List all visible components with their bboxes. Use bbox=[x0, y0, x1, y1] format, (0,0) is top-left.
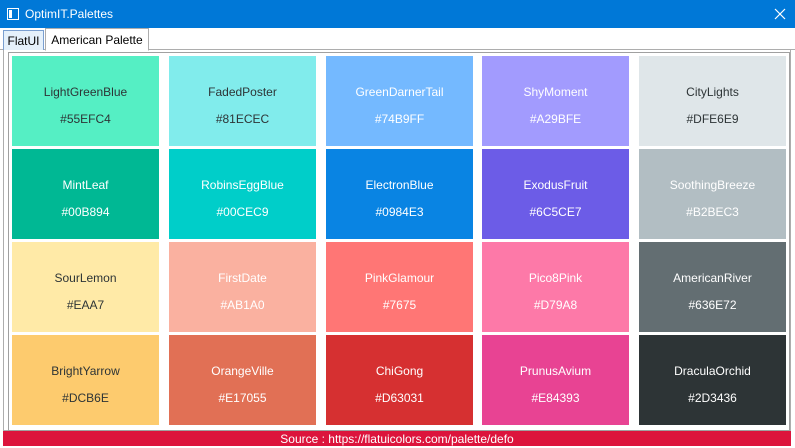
swatch-hex: #AB1A0 bbox=[220, 297, 265, 312]
swatch-fadedposter[interactable]: FadedPoster #81ECEC bbox=[169, 56, 316, 146]
swatch-name: FadedPoster bbox=[208, 84, 277, 99]
swatch-name: ChiGong bbox=[375, 363, 424, 378]
swatch-lightgreenblue[interactable]: LightGreenBlue #55EFC4 bbox=[12, 56, 159, 146]
swatch-hex: #DFE6E9 bbox=[686, 111, 739, 126]
swatch-name: ShyMoment bbox=[523, 84, 588, 99]
swatch-sourlemon[interactable]: SourLemon #EAA7 bbox=[12, 242, 159, 332]
swatch-hex: #0984E3 bbox=[375, 204, 424, 219]
source-text: Source : https://flatuicolors.com/palett… bbox=[280, 431, 514, 446]
swatch-name: SourLemon bbox=[54, 270, 117, 285]
swatch-electronblue[interactable]: ElectronBlue #0984E3 bbox=[326, 149, 473, 239]
swatch-brightyarrow[interactable]: BrightYarrow #DCB6E bbox=[12, 335, 159, 425]
source-footer: Source : https://flatuicolors.com/palett… bbox=[3, 431, 791, 446]
swatch-name: GreenDarnerTail bbox=[355, 84, 444, 99]
swatch-pico8pink[interactable]: Pico8Pink #D79A8 bbox=[482, 242, 629, 332]
swatch-soothingbreeze[interactable]: SoothingBreeze #B2BEC3 bbox=[639, 149, 786, 239]
swatch-chigong[interactable]: ChiGong #D63031 bbox=[326, 335, 473, 425]
tab-label: American Palette bbox=[51, 32, 143, 47]
tab-strip: FlatUI American Palette bbox=[0, 28, 795, 51]
swatch-name: BrightYarrow bbox=[51, 363, 120, 378]
swatch-name: CityLights bbox=[686, 84, 739, 99]
swatch-name: FirstDate bbox=[218, 270, 267, 285]
title-bar: OptimIT.Palettes bbox=[0, 0, 795, 28]
swatch-hex: #D63031 bbox=[375, 390, 424, 405]
swatch-name: DraculaOrchid bbox=[674, 363, 751, 378]
swatch-name: ElectronBlue bbox=[365, 177, 434, 192]
swatch-name: RobinsEggBlue bbox=[201, 177, 284, 192]
tab-content: LightGreenBlue #55EFC4 FadedPoster #81ECEC G… bbox=[3, 50, 791, 431]
swatch-name: Pico8Pink bbox=[528, 270, 583, 285]
swatch-hex: #81ECEC bbox=[215, 111, 270, 126]
swatch-draculaorchid[interactable]: DraculaOrchid #2D3436 bbox=[639, 335, 786, 425]
swatch-hex: #2D3436 bbox=[688, 390, 737, 405]
swatch-shymoment[interactable]: ShyMoment #A29BFE bbox=[482, 56, 629, 146]
swatch-hex: #A29BFE bbox=[529, 111, 582, 126]
swatch-hex: #D79A8 bbox=[533, 297, 578, 312]
tab-label: FlatUI bbox=[7, 33, 40, 48]
app-window-icon bbox=[7, 8, 19, 20]
swatch-hex: #7675 bbox=[382, 297, 417, 312]
swatch-hex: #00CEC9 bbox=[216, 204, 269, 219]
swatch-hex: #636E72 bbox=[688, 297, 737, 312]
swatch-prunusavium[interactable]: PrunusAvium #E84393 bbox=[482, 335, 629, 425]
swatch-name: MintLeaf bbox=[62, 177, 109, 192]
swatch-name: LightGreenBlue bbox=[43, 84, 128, 99]
swatch-hex: #EAA7 bbox=[66, 297, 105, 312]
swatch-name: AmericanRiver bbox=[673, 270, 752, 285]
swatch-name: ExodusFruit bbox=[523, 177, 588, 192]
swatch-hex: #55EFC4 bbox=[60, 111, 111, 126]
swatch-exodusfruit[interactable]: ExodusFruit #6C5CE7 bbox=[482, 149, 629, 239]
swatch-hex: #B2BEC3 bbox=[686, 204, 739, 219]
palette-grid: LightGreenBlue #55EFC4 FadedPoster #81ECEC G… bbox=[8, 52, 790, 431]
close-button[interactable] bbox=[765, 0, 795, 28]
swatch-americanriver[interactable]: AmericanRiver #636E72 bbox=[639, 242, 786, 332]
tab-american-palette[interactable]: American Palette bbox=[45, 28, 149, 51]
swatch-name: PinkGlamour bbox=[364, 270, 435, 285]
tab-flatui[interactable]: FlatUI bbox=[3, 30, 44, 50]
swatch-hex: #00B894 bbox=[61, 204, 110, 219]
swatch-firstdate[interactable]: FirstDate #AB1A0 bbox=[169, 242, 316, 332]
swatch-name: PrunusAvium bbox=[519, 363, 592, 378]
swatch-hex: #6C5CE7 bbox=[529, 204, 582, 219]
window-title: OptimIT.Palettes bbox=[25, 7, 114, 21]
swatch-pinkglamour[interactable]: PinkGlamour #7675 bbox=[326, 242, 473, 332]
swatch-greendarnertail[interactable]: GreenDarnerTail #74B9FF bbox=[326, 56, 473, 146]
close-icon bbox=[774, 8, 786, 20]
swatch-hex: #74B9FF bbox=[374, 111, 425, 126]
swatch-hex: #E84393 bbox=[531, 390, 580, 405]
swatch-name: SoothingBreeze bbox=[669, 177, 756, 192]
swatch-orangeville[interactable]: OrangeVille #E17055 bbox=[169, 335, 316, 425]
swatch-name: OrangeVille bbox=[211, 363, 274, 378]
swatch-hex: #E17055 bbox=[218, 390, 267, 405]
swatch-robinseggblue[interactable]: RobinsEggBlue #00CEC9 bbox=[169, 149, 316, 239]
swatch-mintleaf[interactable]: MintLeaf #00B894 bbox=[12, 149, 159, 239]
swatch-hex: #DCB6E bbox=[62, 390, 109, 405]
swatch-citylights[interactable]: CityLights #DFE6E9 bbox=[639, 56, 786, 146]
